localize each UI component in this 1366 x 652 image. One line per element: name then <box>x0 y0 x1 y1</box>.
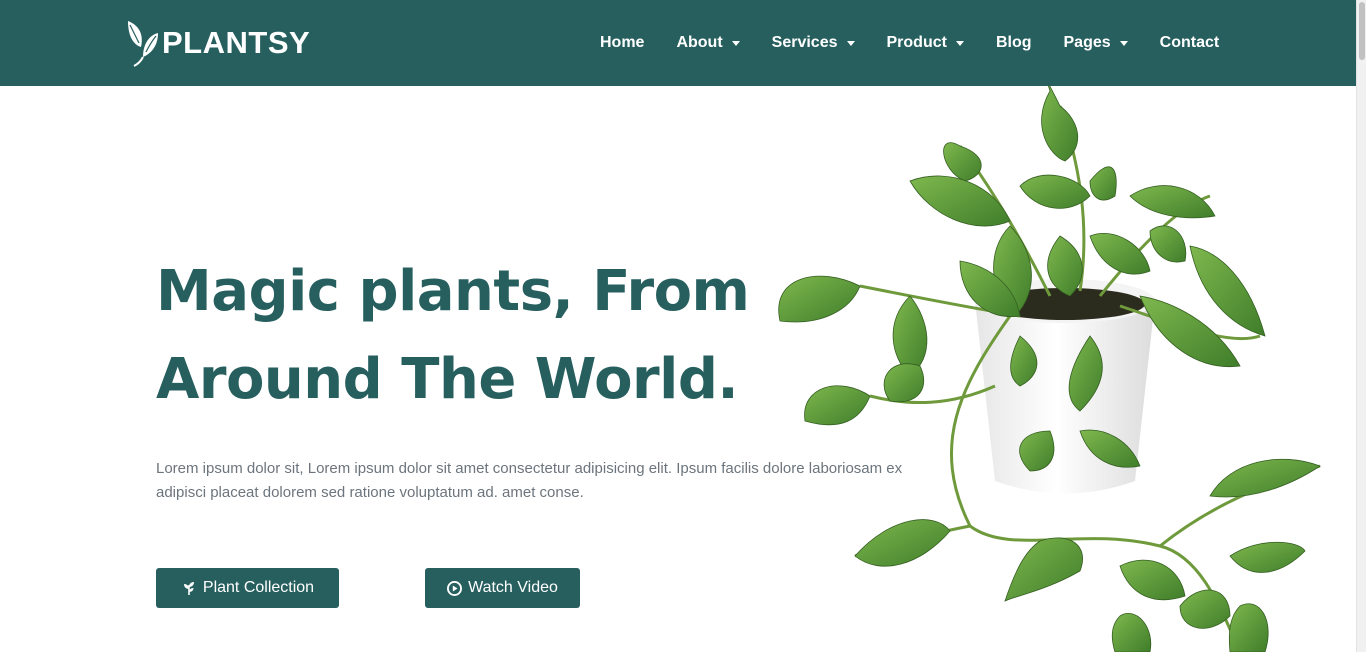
nav-label: Blog <box>995 34 1032 51</box>
caret-down-icon <box>846 40 855 46</box>
nav-label: About <box>676 34 723 51</box>
scrollbar[interactable] <box>1356 0 1366 652</box>
potted-plant-image <box>778 86 1321 652</box>
scrollbar-thumb[interactable] <box>1359 2 1365 60</box>
main-nav: Home About Services Product Blog Pages C… <box>600 0 1219 86</box>
nav-item-pages[interactable]: Pages <box>1064 34 1128 52</box>
plant-collection-button[interactable]: Plant Collection <box>156 568 339 608</box>
hero-title-line-2: Around The World. <box>156 347 739 412</box>
watch-video-button[interactable]: Watch Video <box>425 568 580 608</box>
page: PLANTSY Home About Services Product Blog <box>0 0 1366 652</box>
nav-label: Contact <box>1159 34 1220 51</box>
nav-item-product[interactable]: Product <box>887 34 964 52</box>
nav-item-home[interactable]: Home <box>600 34 644 52</box>
brand-logo[interactable]: PLANTSY <box>124 18 310 68</box>
caret-down-icon <box>731 40 740 46</box>
hero-title-line-1: Magic plants, From <box>156 259 750 324</box>
nav-item-services[interactable]: Services <box>772 34 855 52</box>
nav-label: Services <box>771 34 838 51</box>
leaf-logo-icon <box>128 21 158 67</box>
hero-title: Magic plants, From Around The World. <box>156 248 796 424</box>
watch-video-label: Watch Video <box>468 579 558 596</box>
navbar: PLANTSY Home About Services Product Blog <box>0 0 1356 86</box>
seedling-icon <box>183 582 194 595</box>
plant-collection-label: Plant Collection <box>202 579 315 596</box>
nav-label: Product <box>886 34 947 51</box>
caret-down-icon <box>955 40 964 46</box>
nav-label: Home <box>600 34 645 51</box>
caret-down-icon <box>1119 40 1128 46</box>
nav-item-blog[interactable]: Blog <box>996 34 1032 52</box>
nav-label: Pages <box>1063 34 1111 51</box>
nav-item-about[interactable]: About <box>676 34 740 52</box>
nav-item-contact[interactable]: Contact <box>1160 34 1220 52</box>
play-circle-icon <box>447 580 463 596</box>
brand-name: PLANTSY <box>162 25 311 60</box>
